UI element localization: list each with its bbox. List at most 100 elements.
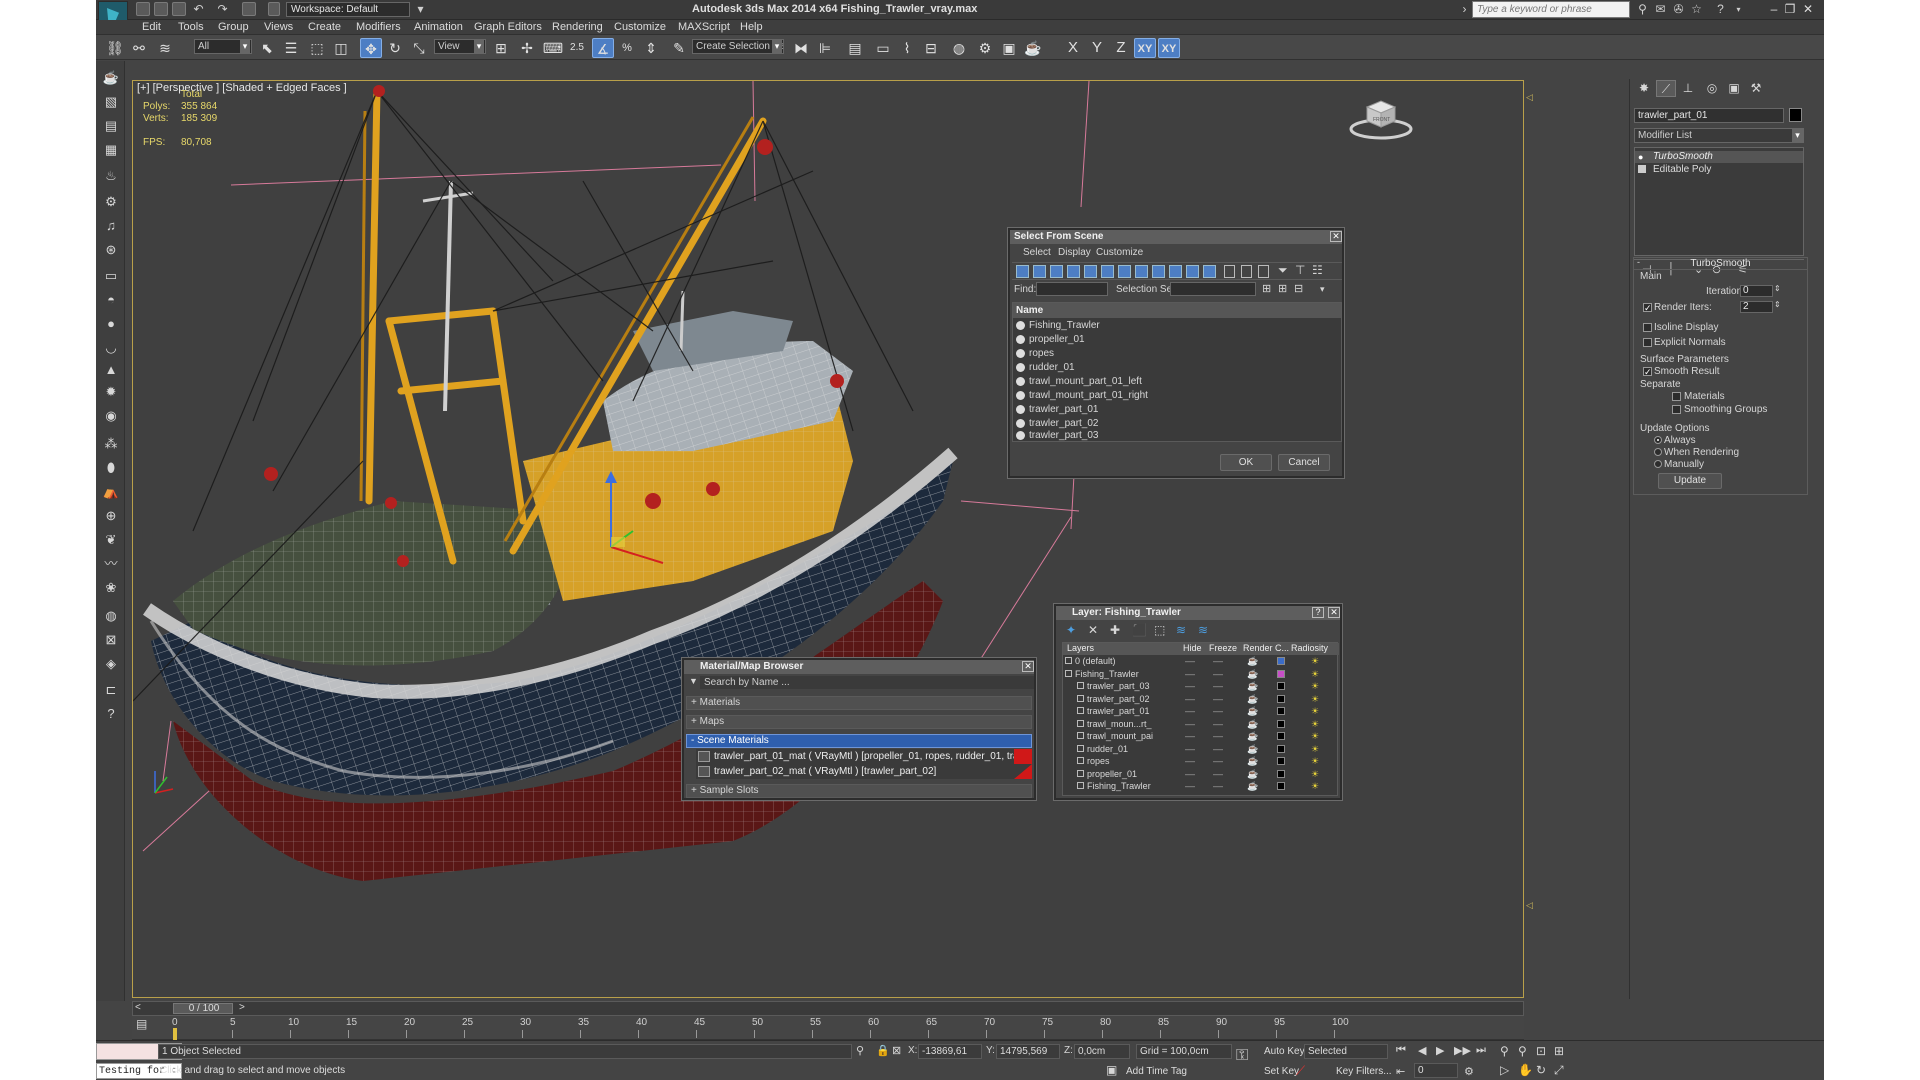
select-and-rotate-icon[interactable]: ↻ — [384, 38, 406, 58]
spinner-snap-icon[interactable]: ⇕ — [640, 38, 662, 58]
display-helpers-icon[interactable] — [1084, 265, 1097, 278]
select-and-scale-icon[interactable]: ⤡ — [408, 38, 430, 58]
render-toggle-icon[interactable]: ☕ — [1247, 768, 1258, 780]
when-rendering-radio[interactable] — [1654, 448, 1662, 456]
save-file-icon[interactable] — [172, 2, 186, 16]
select-object-icon[interactable]: ⬉ — [256, 38, 278, 58]
render-toggle-icon[interactable]: ☕ — [1247, 680, 1258, 692]
hide-toggle[interactable]: –– — [1185, 743, 1195, 755]
pan-view-icon[interactable]: ✋ — [1518, 1063, 1533, 1077]
delete-layer-icon[interactable]: ✕ — [1088, 623, 1098, 637]
trawler-model[interactable]: OZ181 — [133, 81, 1524, 998]
previous-key-icon[interactable]: ◀ — [1418, 1044, 1426, 1057]
freeze-toggle[interactable]: –– — [1213, 705, 1223, 717]
hide-toggle[interactable]: –– — [1185, 668, 1195, 680]
material-item[interactable]: trawler_part_01_mat ( VRayMtl ) [propell… — [696, 749, 1032, 764]
layer-row[interactable]: trawl_mount_pai –– –– ☕ ☀ — [1063, 730, 1337, 742]
freeze-toggle[interactable]: –– — [1213, 780, 1223, 792]
layer-dialog-title[interactable]: Layer: Fishing_Trawler — [1056, 606, 1340, 620]
go-to-start-icon[interactable]: ⏮ — [1396, 1044, 1406, 1057]
display-xrefs-icon[interactable] — [1135, 265, 1148, 278]
snaps-toggle-icon[interactable]: 2.5 — [566, 38, 588, 58]
new-file-icon[interactable] — [136, 2, 150, 16]
key-mode-icon[interactable]: ⇤ — [1396, 1065, 1405, 1078]
help-icon[interactable]: ? — [1714, 3, 1727, 16]
hide-toggle[interactable]: –– — [1185, 780, 1195, 792]
keyboard-shortcut-override-icon[interactable]: ⌨ — [542, 38, 564, 58]
hide-toggle[interactable]: –– — [1185, 755, 1195, 767]
reference-coordinate-dropdown[interactable]: View — [434, 39, 486, 54]
layer-color-swatch[interactable] — [1277, 719, 1285, 728]
axis-xy-cycle-button[interactable]: XY — [1158, 38, 1180, 58]
freeze-toggle[interactable]: –– — [1213, 693, 1223, 705]
tent-icon[interactable]: ⛺ — [101, 483, 121, 501]
list-item[interactable]: propeller_01 — [1013, 332, 1341, 347]
viewport-resize-handle-top-icon[interactable]: ◁ — [1526, 92, 1534, 102]
add-time-tag[interactable]: Add Time Tag — [1126, 1066, 1187, 1077]
align-icon[interactable]: ⊫ — [814, 38, 836, 58]
clipboard-icon[interactable]: ▤ — [101, 117, 121, 135]
close-icon[interactable]: ✕ — [1328, 607, 1340, 618]
graphite-ribbon-icon[interactable]: ▭ — [872, 38, 894, 58]
teapot-icon[interactable]: ☕ — [101, 69, 121, 87]
add-to-layer-icon[interactable]: ✚ — [1110, 623, 1120, 637]
display-all-icon[interactable] — [1224, 265, 1235, 278]
disc-icon[interactable]: ◉ — [101, 407, 121, 425]
radiosity-icon[interactable]: ☀ — [1311, 730, 1319, 742]
named-set-icon[interactable]: ⊞ — [1262, 282, 1271, 295]
gears-icon[interactable]: ⚙ — [101, 193, 121, 211]
hide-toggle[interactable]: –– — [1185, 730, 1195, 742]
zoom-extents-all-icon[interactable]: ⊞ — [1554, 1044, 1564, 1058]
undo-icon[interactable]: ↶ — [192, 3, 205, 16]
selection-set-dropdown[interactable] — [1170, 282, 1256, 296]
remove-from-set-icon[interactable]: ⊟ — [1294, 282, 1303, 295]
motion-tab-icon[interactable]: ◎ — [1702, 80, 1722, 97]
radiosity-icon[interactable]: ☀ — [1311, 693, 1319, 705]
freeze-toggle[interactable]: –– — [1213, 718, 1223, 730]
explicit-normals-checkbox[interactable] — [1643, 338, 1652, 347]
render-iters-spinner[interactable]: 2 — [1740, 301, 1773, 313]
menu-create[interactable]: Create — [308, 21, 341, 33]
selection-lock-icon[interactable]: 🔒 — [876, 1044, 890, 1057]
layer-color-swatch[interactable] — [1277, 707, 1285, 715]
columns-icon[interactable]: ☷ — [1312, 263, 1323, 277]
close-icon[interactable]: ✕ — [1022, 661, 1034, 672]
rectangular-selection-icon[interactable]: ⬚ — [306, 38, 328, 58]
lightbulb-icon[interactable]: ● — [1638, 151, 1643, 163]
filter-icon[interactable]: ⏷ — [1278, 263, 1288, 278]
radiosity-icon[interactable]: ☀ — [1311, 718, 1319, 730]
menu-graph-editors[interactable]: Graph Editors — [474, 21, 542, 33]
track-bar[interactable]: 0 5 10 15 20 25 30 35 40 45 50 55 60 65 70 75 80 85 90 95 10… — [132, 1016, 1524, 1040]
maps-group[interactable]: + Maps — [686, 715, 1032, 729]
set-key-button[interactable]: Set Key — [1264, 1066, 1299, 1077]
spinner-arrows-icon[interactable]: ⇕ — [1774, 284, 1781, 293]
render-toggle-icon[interactable]: ☕ — [1247, 693, 1258, 705]
layer-row[interactable]: propeller_01 –– –– ☕ ☀ — [1063, 768, 1337, 780]
name-column-header[interactable]: Name — [1013, 303, 1341, 318]
fluid-icon[interactable]: ❀ — [101, 579, 121, 597]
layer-color-swatch[interactable] — [1277, 694, 1285, 703]
ear-icon[interactable]: ♫ — [101, 217, 121, 235]
freeze-toggle[interactable]: –– — [1213, 768, 1223, 780]
search-arrow-icon[interactable]: › — [1458, 3, 1471, 16]
selection-filter-dropdown[interactable]: All — [194, 39, 252, 54]
layer-manager-icon[interactable]: ▤ — [844, 38, 866, 58]
sfs-menu-select[interactable]: Select — [1023, 247, 1051, 258]
render-column-header[interactable]: Render — [1243, 643, 1273, 653]
hide-toggle[interactable]: –– — [1185, 705, 1195, 717]
current-frame-field[interactable]: 0 — [1414, 1063, 1458, 1078]
layer-row[interactable]: Fishing_Trawler –– –– ☕ ☀ — [1063, 780, 1337, 792]
material-editor-icon[interactable]: ◍ — [948, 38, 970, 58]
sfs-menu-display[interactable]: Display — [1058, 247, 1091, 258]
list-item[interactable]: ropes — [1013, 346, 1341, 361]
hide-toggle[interactable]: –– — [1185, 680, 1195, 692]
create-layer-icon[interactable]: ✦ — [1066, 623, 1076, 637]
display-space-warps-icon[interactable] — [1101, 265, 1114, 278]
display-shapes-icon[interactable] — [1033, 265, 1046, 278]
list-item[interactable]: trawl_mount_part_01_right — [1013, 388, 1341, 403]
sun-icon[interactable]: ✹ — [101, 383, 121, 401]
materials-group[interactable]: + Materials — [686, 696, 1032, 710]
select-and-link-icon[interactable]: ⛓ — [104, 38, 126, 58]
project-folder-icon[interactable] — [268, 2, 280, 16]
display-invert-icon[interactable] — [1258, 265, 1269, 278]
